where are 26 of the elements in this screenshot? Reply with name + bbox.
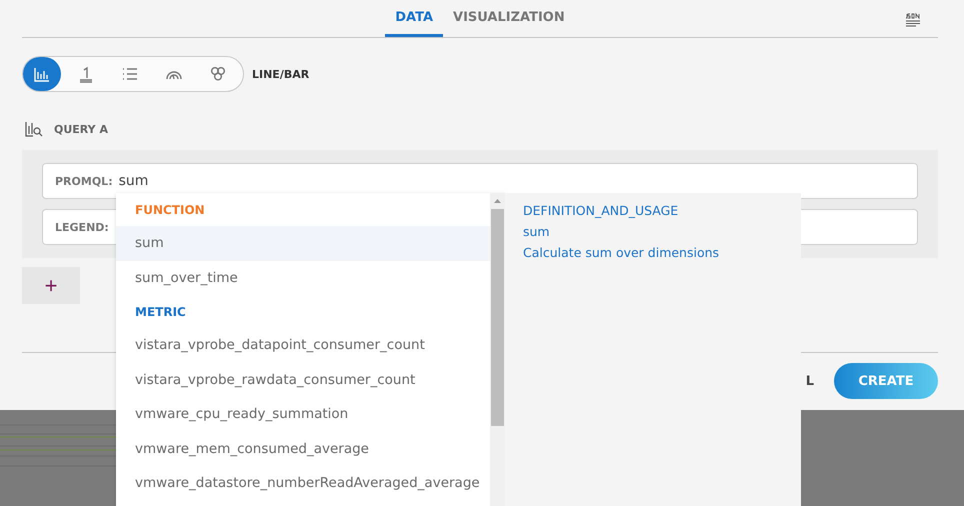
chart-type-button[interactable] <box>23 57 61 91</box>
field-label: PROMQL: <box>55 174 113 188</box>
field-label: LEGEND: <box>55 220 109 234</box>
tab[interactable]: VISUALIZATION <box>443 0 575 37</box>
query-title: QUERY A <box>54 122 108 136</box>
definition-title: DEFINITION_AND_USAGE <box>523 203 680 218</box>
group-header: METRIC <box>134 304 187 320</box>
tab[interactable]: DATA <box>385 0 444 37</box>
suggestion-item[interactable]: sum <box>116 226 490 260</box>
definition-description: Calculate sum over dimensions <box>523 245 720 260</box>
suggestion-item[interactable]: vistara_vprobe_datapoint_consumer_count <box>116 328 490 362</box>
suggestion-item[interactable]: vmware_mem_consumed_average <box>116 432 490 466</box>
json-file-icon[interactable] <box>904 12 922 28</box>
group-header: FUNCTION <box>134 202 206 218</box>
chart-search-icon <box>24 120 44 138</box>
suggestion-item[interactable]: vmware_cpu_ready_summation <box>116 397 490 432</box>
cancel-button[interactable]: L <box>806 374 814 388</box>
suggestion-item[interactable]: vmware_datastore_numberReadAveraged_average <box>116 466 490 500</box>
suggestion-item[interactable]: sum_over_time <box>116 260 490 295</box>
scrollbar[interactable] <box>490 193 505 506</box>
suggestion-item[interactable]: vistara_vprobe_rawdata_consumer_count <box>116 362 490 397</box>
definition-name: sum <box>523 224 551 239</box>
field-value[interactable]: sum <box>118 173 905 189</box>
add-query-button[interactable]: + <box>22 267 80 304</box>
chart-type-label: LINE/BAR <box>252 68 310 80</box>
scrollbar-thumb[interactable] <box>491 209 504 426</box>
